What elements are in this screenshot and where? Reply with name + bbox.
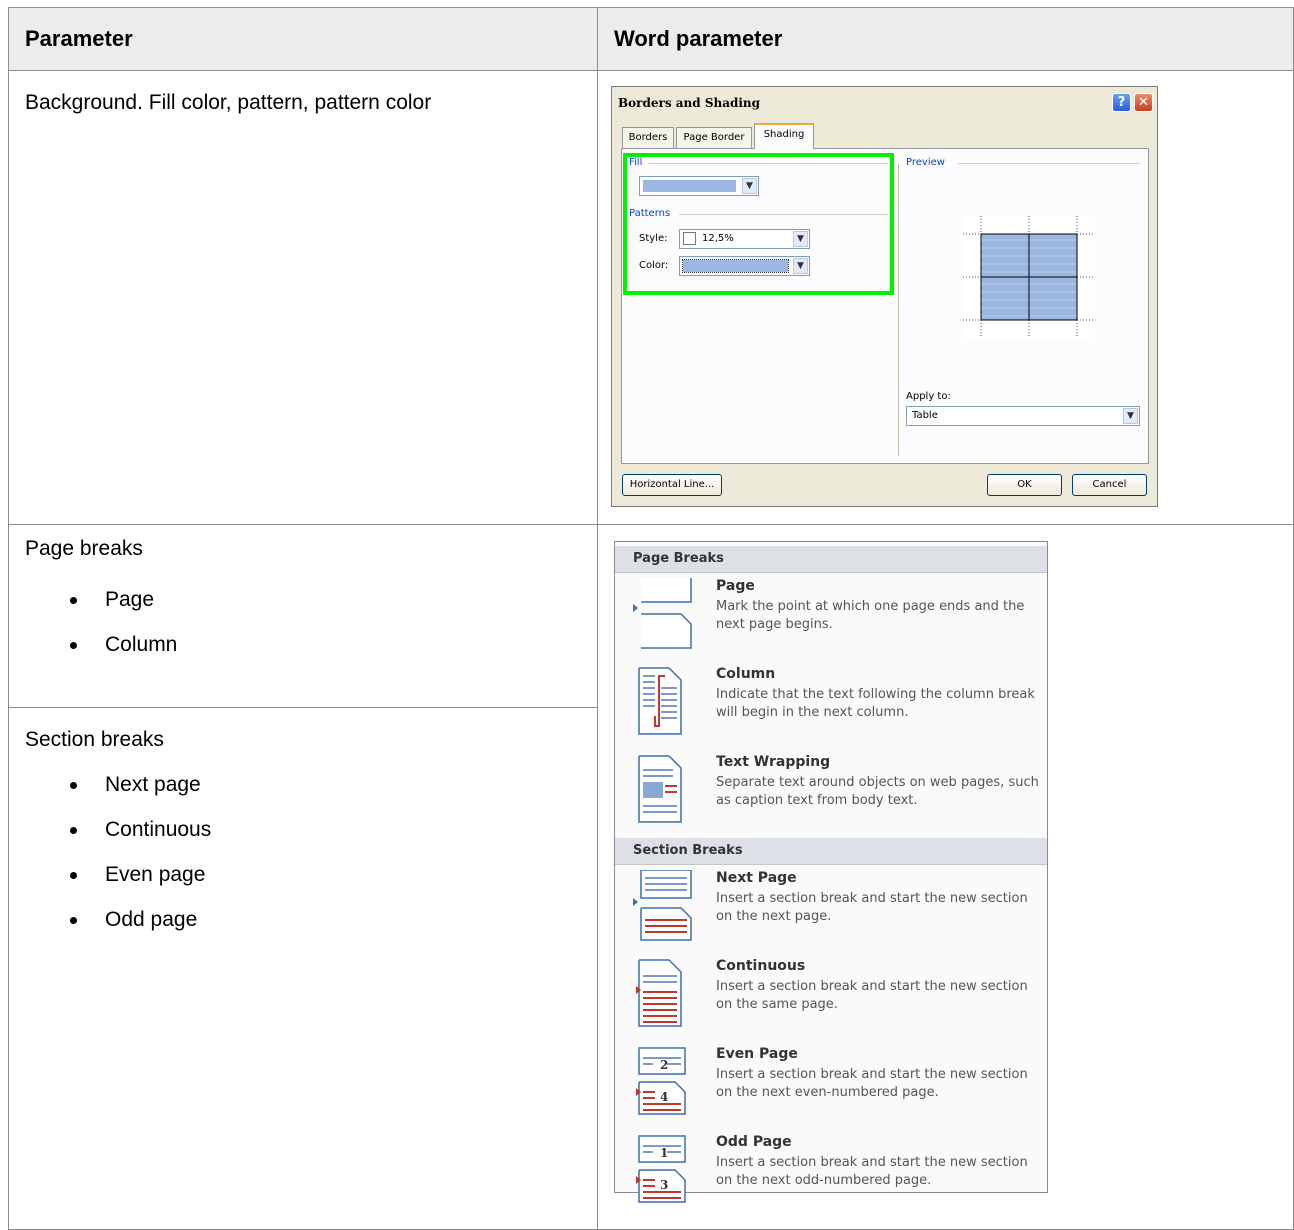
list-item: Column [9, 622, 597, 667]
menu-item-title: Next Page [716, 870, 797, 886]
menu-item-title: Odd Page [716, 1134, 792, 1150]
list-item: Page [9, 577, 597, 622]
header-parameter: Parameter [8, 7, 598, 71]
continuous-break-icon [636, 959, 682, 1027]
dialog-title: Borders and Shading [618, 96, 761, 110]
preview-separator [898, 164, 899, 456]
even-number-top: 2 [660, 1058, 668, 1072]
header-parameter-text: Parameter [25, 26, 133, 51]
section-breaks-text: Section breaks [25, 728, 164, 751]
borders-and-shading-dialog: Borders and Shading ? ✕ Borders Page Bor… [611, 86, 1158, 507]
background-parameter-text: Background. Fill color, pattern, pattern… [25, 91, 432, 114]
tab-page-border[interactable]: Page Border [676, 127, 752, 148]
header-word-parameter-text: Word parameter [614, 26, 783, 51]
menu-item-description: Insert a section break and start the new… [716, 1067, 1028, 1100]
menu-item-title: Text Wrapping [716, 754, 831, 770]
menu-item-next-page[interactable]: Next Page Insert a section break and sta… [615, 870, 1047, 950]
odd-number-top: 1 [660, 1146, 668, 1160]
menu-item-description: Insert a section break and start the new… [716, 979, 1028, 1012]
menu-item-even-page[interactable]: 2 4 Even Page Insert a section break and… [615, 1046, 1047, 1126]
next-page-break-icon [633, 870, 692, 941]
preview-table-image [963, 216, 1095, 338]
menu-item-description: Insert a section break and start the new… [716, 891, 1028, 924]
section-breaks-list: Next page Continuous Even page Odd page [9, 762, 597, 942]
dialog-title-bar: Borders and Shading ? ✕ [612, 87, 1157, 118]
tab-shading[interactable]: Shading [754, 123, 814, 149]
menu-item-title: Continuous [716, 958, 806, 974]
list-item: Continuous [9, 807, 597, 852]
breaks-menu: Page Breaks Page Mark the point at which… [614, 541, 1048, 1203]
header-word-parameter: Word parameter [597, 7, 1294, 71]
chevron-down-icon[interactable]: ▼ [1123, 408, 1138, 424]
cancel-button[interactable]: Cancel [1072, 474, 1147, 496]
menu-item-title: Column [716, 666, 776, 682]
apply-to-value: Table [912, 410, 938, 421]
menu-item-description: Indicate that the text following the col… [716, 687, 1035, 720]
page-break-icon [633, 578, 692, 649]
list-item: Even page [9, 852, 597, 897]
menu-item-description: Insert a section break and start the new… [716, 1155, 1028, 1188]
section-breaks-header: Section Breaks [615, 838, 1047, 865]
text-wrapping-icon [638, 755, 682, 823]
close-icon[interactable]: ✕ [1134, 93, 1153, 112]
menu-item-description: Separate text around objects on web page… [716, 775, 1039, 808]
help-icon[interactable]: ? [1112, 93, 1131, 112]
even-page-break-icon: 2 4 [636, 1047, 686, 1115]
page-breaks-text: Page breaks [25, 537, 143, 560]
apply-to-dropdown[interactable]: Table ▼ [906, 406, 1140, 426]
ok-button[interactable]: OK [987, 474, 1062, 496]
odd-page-break-icon: 1 3 [636, 1135, 686, 1203]
menu-item-description: Mark the point at which one page ends an… [716, 599, 1025, 632]
preview-group-label: Preview [906, 157, 945, 168]
menu-item-text-wrapping[interactable]: Text Wrapping Separate text around objec… [615, 754, 1047, 834]
even-number-bottom: 4 [660, 1090, 668, 1104]
tab-borders[interactable]: Borders [622, 127, 674, 148]
odd-number-bottom: 3 [660, 1178, 668, 1192]
menu-item-title: Page [716, 578, 755, 594]
page-breaks-list: Page Column [9, 577, 597, 667]
row-page-breaks-parameter: Page breaks Page Column [8, 524, 598, 708]
preview-divider [958, 163, 1140, 164]
apply-to-label: Apply to: [906, 391, 951, 402]
menu-item-odd-page[interactable]: 1 3 Odd Page Insert a section break and … [615, 1134, 1047, 1203]
highlight-box [623, 153, 894, 295]
row-background-parameter: Background. Fill color, pattern, pattern… [8, 70, 598, 525]
page-breaks-header: Page Breaks [615, 546, 1047, 573]
list-item: Odd page [9, 897, 597, 942]
menu-item-page[interactable]: Page Mark the point at which one page en… [615, 578, 1047, 658]
menu-item-continuous[interactable]: Continuous Insert a section break and st… [615, 958, 1047, 1038]
column-break-icon [638, 667, 682, 735]
menu-item-column[interactable]: Column Indicate that the text following … [615, 666, 1047, 746]
row-section-breaks-parameter: Section breaks Next page Continuous Even… [8, 707, 598, 1230]
menu-item-title: Even Page [716, 1046, 798, 1062]
list-item: Next page [9, 762, 597, 807]
horizontal-line-button[interactable]: Horizontal Line... [622, 474, 722, 496]
